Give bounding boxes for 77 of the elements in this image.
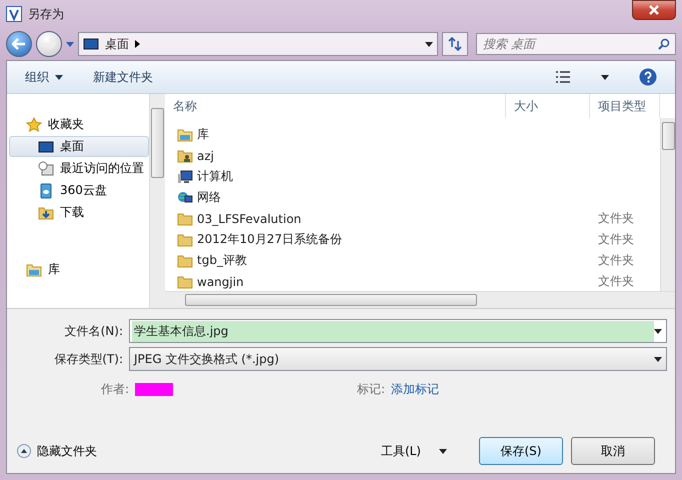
add-tag-link[interactable]: 添加标记 [391, 381, 439, 398]
file-type-cell-text: 文件夹 [597, 273, 635, 290]
hide-folders-button[interactable]: 隐藏文件夹 [17, 442, 97, 460]
file-name-cell[interactable]: wangjin [177, 274, 506, 290]
tags-label: 标记: [356, 381, 385, 398]
refresh-button[interactable] [442, 32, 468, 56]
caret-icon [66, 42, 74, 46]
chevron-up-icon [17, 444, 31, 458]
folder-icon [177, 252, 193, 268]
chevron-right-icon [135, 40, 140, 48]
caret-icon [425, 42, 433, 46]
caret-icon [601, 74, 609, 80]
sidebar-item[interactable]: 库 [9, 259, 149, 280]
search-field[interactable]: 搜索 桌面 [476, 33, 676, 55]
file-name-cell[interactable]: tgb_评教 [177, 252, 506, 269]
file-type-dropdown[interactable]: JPEG 文件交换格式 (*.jpg) [129, 347, 667, 371]
left-arrow-icon [12, 38, 26, 50]
close-button[interactable] [632, 0, 676, 20]
sidebar-scrollbar[interactable] [149, 94, 165, 308]
cancel-button[interactable]: 取消 [571, 437, 655, 465]
sidebar-item[interactable]: 360云盘 [9, 180, 149, 201]
view-list-icon[interactable] [555, 71, 571, 83]
sidebar-item[interactable]: 桌面 [9, 136, 149, 157]
file-name-cell[interactable]: 2012年10月27日系统备份 [177, 231, 506, 248]
library-icon [177, 126, 193, 142]
file-name-cell[interactable]: azj [177, 148, 506, 164]
sidebar-item[interactable]: 最近访问的位置 [9, 158, 149, 179]
download-folder-icon [38, 204, 54, 220]
file-name-cell[interactable]: 网络 [177, 189, 506, 206]
forward-button[interactable] [36, 31, 62, 57]
globe-monitor-icon [177, 190, 193, 206]
organize-menu[interactable]: 组织 [25, 66, 63, 88]
caret-icon [654, 356, 662, 362]
save-button[interactable]: 保存(S) [479, 437, 563, 465]
file-type-cell-text: 文件夹 [597, 210, 635, 227]
breadcrumb[interactable]: 桌面 [105, 36, 129, 52]
caret-icon [439, 448, 447, 454]
folder-icon [177, 210, 193, 226]
file-name-cell[interactable]: 03_LFSFevalution [177, 210, 506, 226]
redaction-block [135, 383, 174, 396]
window-title: 另存为 [28, 6, 65, 22]
close-icon [649, 5, 659, 15]
caret-icon [55, 74, 63, 80]
desktop-icon [83, 36, 99, 52]
computer-icon [177, 168, 193, 184]
search-icon [658, 38, 670, 50]
folder-icon [177, 232, 193, 248]
column-header[interactable]: 大小 [506, 94, 590, 118]
user-folder-icon [177, 148, 193, 164]
field-label: 文件名(N): [64, 322, 124, 340]
help-icon[interactable] [639, 68, 657, 86]
new-folder-button[interactable]: 新建文件夹 [93, 66, 153, 88]
library-icon [26, 262, 42, 278]
cloud-folder-icon [38, 182, 54, 198]
recent-places-icon [38, 160, 54, 176]
refresh-arrows-icon [448, 37, 462, 51]
right-arrow-icon [42, 38, 56, 50]
app-logo-icon [6, 6, 22, 22]
address-bar[interactable]: 桌面 [78, 32, 438, 56]
field-label: 保存类型(T): [53, 350, 124, 368]
sidebar-item[interactable]: 下载 [9, 202, 149, 223]
tools-menu[interactable]: 工具(L) [374, 442, 453, 460]
desktop-icon [38, 138, 54, 154]
star-icon [26, 116, 42, 132]
back-button[interactable] [6, 31, 32, 57]
caret-icon [654, 328, 662, 334]
file-name-field[interactable]: 学生基本信息.jpg [129, 319, 667, 343]
file-name-cell[interactable]: 库 [177, 126, 506, 143]
sidebar-item[interactable]: 收藏夹 [9, 114, 149, 135]
file-type-cell-text: 文件夹 [597, 252, 635, 269]
file-name-cell[interactable]: 计算机 [177, 168, 506, 185]
column-header[interactable]: 项目类型 [590, 94, 660, 118]
column-header[interactable]: 名称 [165, 94, 506, 118]
horizontal-scrollbar[interactable] [165, 291, 675, 308]
file-type-cell-text: 文件夹 [597, 231, 635, 248]
list-scrollbar[interactable] [660, 118, 675, 291]
author-label: 作者: [101, 381, 130, 398]
